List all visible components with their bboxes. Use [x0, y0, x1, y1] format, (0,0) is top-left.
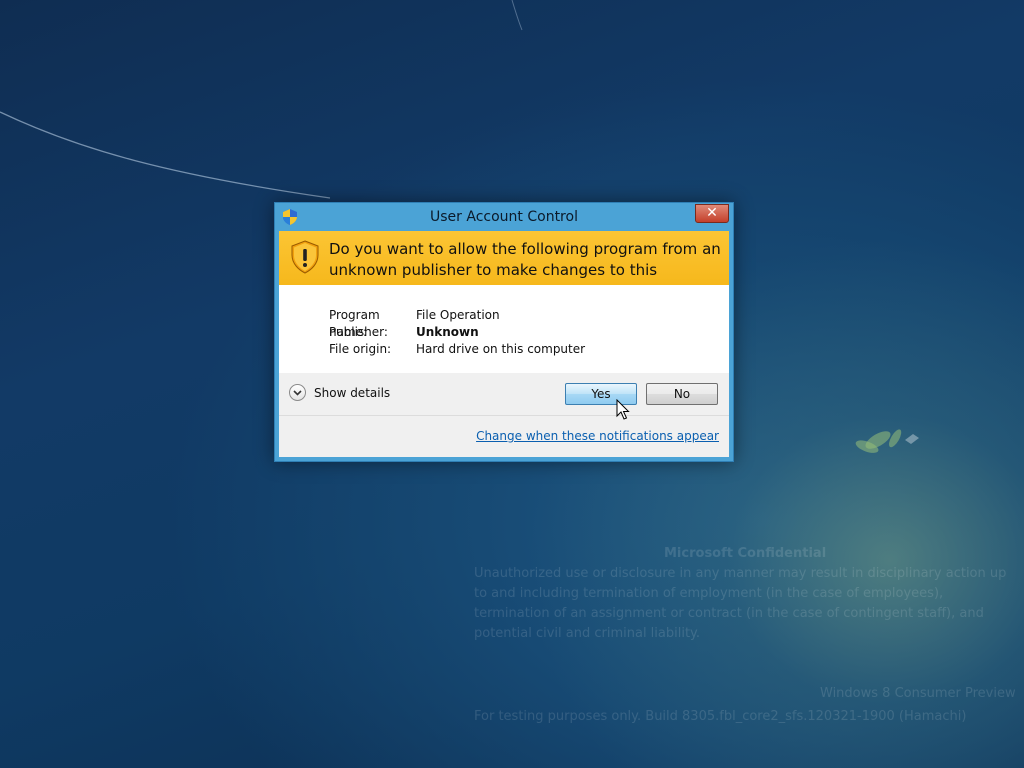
close-button[interactable]: ✕ [695, 204, 729, 223]
desktop-background: Microsoft Confidential Unauthorized use … [0, 0, 1024, 768]
program-name-value: File Operation [416, 308, 500, 322]
close-icon: ✕ [706, 205, 718, 221]
title-bar[interactable]: User Account Control ✕ [275, 203, 733, 231]
publisher-label: Publisher: [329, 325, 388, 339]
no-button[interactable]: No [646, 383, 718, 405]
uac-dialog: User Account Control ✕ Do you want to al… [274, 202, 734, 462]
watermark-line: potential civil and criminal liability. [474, 626, 701, 641]
show-details-label[interactable]: Show details [314, 386, 390, 400]
chevron-down-icon[interactable] [289, 384, 306, 401]
file-origin-value: Hard drive on this computer [416, 342, 586, 356]
watermark-build-info: For testing purposes only. Build 8305.fb… [474, 709, 967, 724]
watermark-line: Unauthorized use or disclosure in any ma… [474, 566, 1007, 581]
window-title: User Account Control [430, 209, 578, 225]
watermark-title: Microsoft Confidential [664, 546, 827, 561]
watermark-edition: Windows 8 Consumer Preview [820, 686, 1016, 701]
warning-banner: Do you want to allow the following progr… [279, 231, 729, 300]
publisher-value: Unknown [416, 325, 479, 339]
watermark-line: to and including termination of employme… [474, 586, 944, 601]
warning-shield-icon [291, 240, 319, 274]
file-origin-label: File origin: [329, 342, 392, 356]
program-info: Program name: File Operation Publisher: … [279, 285, 729, 373]
watermark-body: Unauthorized use or disclosure in any ma… [474, 564, 1006, 644]
mouse-cursor-icon [616, 399, 630, 420]
button-area: Show details Yes No [279, 373, 729, 416]
change-notifications-link[interactable]: Change when these notifications appear [476, 429, 719, 443]
dialog-client-area: Do you want to allow the following progr… [279, 231, 729, 457]
watermark-line: termination of an assignment or contract… [474, 606, 984, 621]
